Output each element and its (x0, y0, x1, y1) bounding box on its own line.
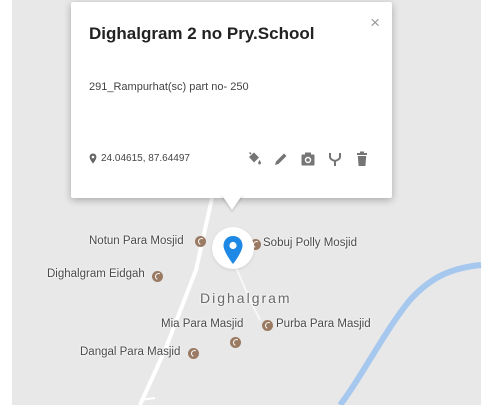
place-label-dighalgram-eidgah[interactable]: Dighalgram Eidgah (47, 268, 145, 280)
mosque-icon[interactable] (188, 348, 199, 359)
close-icon[interactable]: × (370, 14, 380, 31)
right-margin (481, 0, 493, 405)
place-label-dangal-para-masjid[interactable]: Dangal Para Masjid (80, 346, 180, 358)
left-margin (0, 0, 12, 405)
info-window-tail (221, 194, 243, 210)
popup-toolbar (246, 150, 370, 168)
place-title: Dighalgram 2 no Pry.School (89, 24, 315, 43)
mosque-icon[interactable] (152, 271, 163, 282)
place-description: 291_Rampurhat(sc) part no- 250 (89, 81, 249, 93)
location-pin-icon[interactable] (222, 235, 244, 265)
town-label: Dighalgram (200, 290, 292, 306)
place-label-sobuj-polly-mosjid[interactable]: Sobuj Polly Mosjid (263, 237, 357, 249)
pin-small-icon (89, 153, 97, 164)
map-view[interactable]: Notun Para Mosjid Sobuj Polly Mosjid Dig… (0, 0, 493, 405)
pencil-icon[interactable] (273, 150, 289, 168)
mosque-icon[interactable] (195, 236, 206, 247)
paint-bucket-icon[interactable] (246, 150, 262, 168)
mosque-icon[interactable] (230, 337, 241, 348)
directions-icon[interactable] (327, 150, 343, 168)
coordinates: 24.04615, 87.64497 (89, 153, 190, 164)
place-label-notun-para-mosjid[interactable]: Notun Para Mosjid (89, 235, 184, 247)
mosque-icon[interactable] (262, 320, 273, 331)
trash-icon[interactable] (354, 150, 370, 168)
coordinates-text: 24.04615, 87.64497 (101, 153, 190, 164)
camera-icon[interactable] (300, 150, 316, 168)
place-label-mia-para-masjid[interactable]: Mia Para Masjid (161, 318, 243, 330)
place-label-purba-para-masjid[interactable]: Purba Para Masjid (276, 318, 371, 330)
info-window: Dighalgram 2 no Pry.School × 291_Rampurh… (71, 2, 392, 198)
